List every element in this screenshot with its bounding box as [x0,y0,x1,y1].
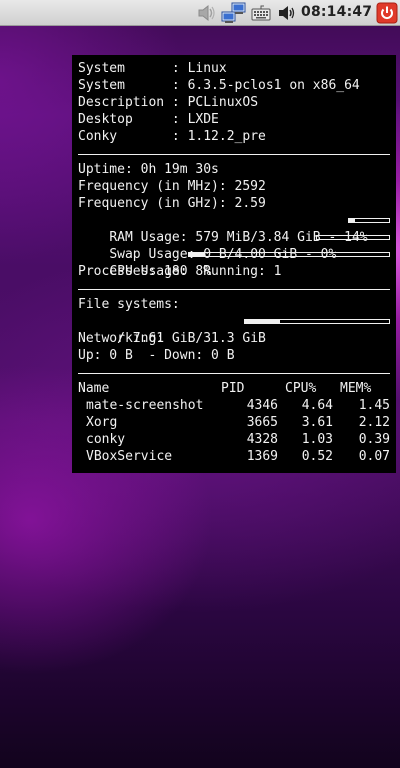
ram-usage-row: RAM Usage: 579 MiB/3.84 GiB - 14% [78,212,390,245]
process-table: mate-screenshot 4346 4.64 1.45 Xorg 3665… [78,397,390,465]
frequency-ghz-row: Frequency (in GHz): 2.59 [78,196,266,211]
cpu-usage-bar-fill [189,253,205,256]
swap-usage-bar [316,235,390,240]
network-computers-icon[interactable] [221,2,247,24]
volume-icon[interactable] [276,2,298,24]
cpu-usage-row: CPU Usage: 8% [78,246,390,279]
uptime-row: Uptime: 0h 19m 30s [78,162,219,177]
header-cpu: CPU% [285,381,317,396]
networking-title: Networking: [78,331,165,346]
header-name: Name [78,381,110,396]
keyboard-icon[interactable] [250,2,272,24]
filesystems-title: File systems: [78,297,180,312]
ram-usage-bar-fill [349,219,355,222]
system-info-row: Conky : 1.12.2_pre [78,129,266,144]
table-row: mate-screenshot 4346 4.64 1.45 [86,398,390,413]
frequency-mhz-row: Frequency (in MHz): 2592 [78,179,266,194]
system-info-row: Desktop : LXDE [78,112,219,127]
processes-row: Processes: 180 Running: 1 [78,264,282,279]
ram-usage-bar [348,218,390,223]
top-panel: 08:14:47 [0,0,400,26]
cpu-usage-bar [188,252,390,257]
swap-usage-row: Swap Usage: 0 B/4.00 GiB - 0% [78,229,390,262]
power-icon[interactable] [376,2,398,24]
audio-speaker-icon[interactable] [194,2,216,24]
header-mem: MEM% [340,381,372,396]
divider [78,289,390,290]
table-row: Xorg 3665 3.61 2.12 [86,415,390,430]
process-table-header: Name PID CPU% MEM% [78,380,390,397]
filesystem-root-bar [244,319,390,324]
network-traffic-row: Up: 0 B - Down: 0 B [78,348,235,363]
filesystem-root-row: / 7.61 GiB/31.3 GiB [78,313,390,346]
system-info-row: System : Linux [78,61,227,76]
table-row: VBoxService 1369 0.52 0.07 [86,449,390,464]
divider [78,373,390,374]
table-row: conky 4328 1.03 0.39 [86,432,390,447]
header-pid: PID [221,381,245,396]
system-info-row: Description : PCLinuxOS [78,95,259,110]
conky-widget: System : Linux System : 6.3.5-pclos1 on … [72,55,396,473]
system-info-row: System : 6.3.5-pclos1 on x86_64 [78,78,360,93]
panel-clock[interactable]: 08:14:47 [301,4,372,20]
divider [78,154,390,155]
filesystem-root-bar-fill [245,320,280,323]
